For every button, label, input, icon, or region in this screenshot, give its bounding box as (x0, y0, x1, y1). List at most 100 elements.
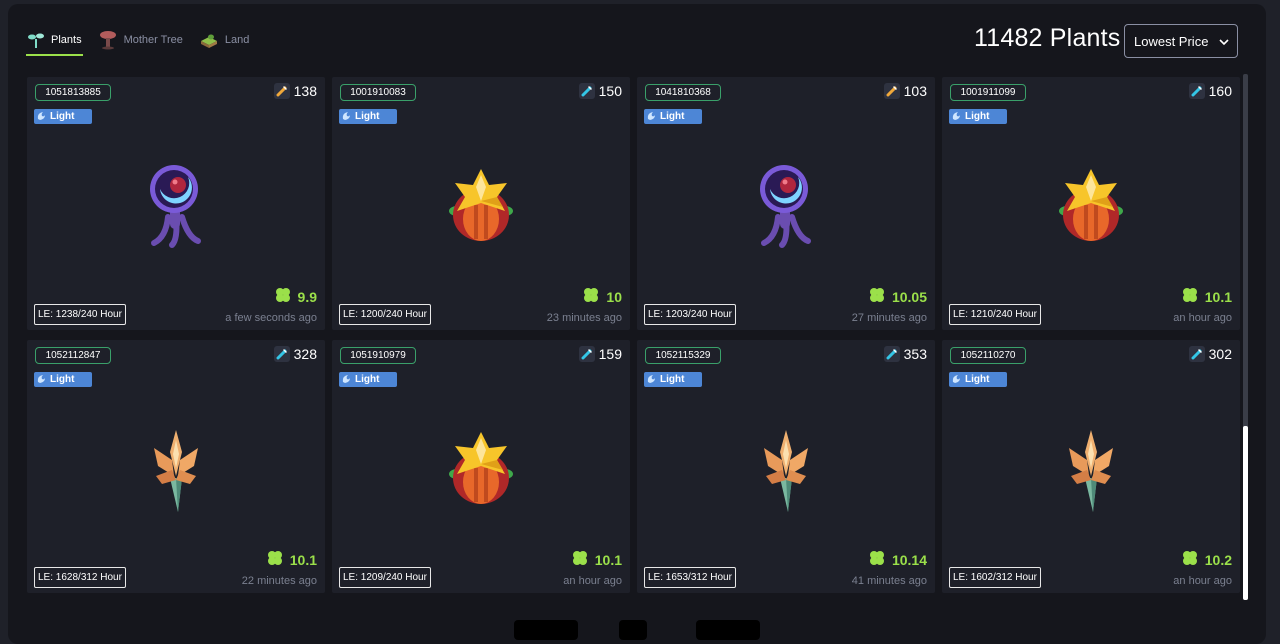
element-type-badge: Light (339, 109, 397, 124)
category-tabs: Plants Mother Tree Land (26, 26, 250, 58)
price: 10.1 (1181, 286, 1232, 307)
element-type-label: Light (660, 111, 685, 122)
price: 9.9 (274, 286, 317, 307)
chevron-down-icon (1219, 34, 1229, 49)
plant-image (431, 418, 531, 518)
element-type-label: Light (50, 111, 75, 122)
tool-icon (883, 346, 900, 362)
tool-stat-value: 159 (598, 346, 622, 362)
price: 10.05 (868, 286, 927, 307)
element-type-badge: Light (644, 372, 702, 387)
mother-tree-icon (98, 30, 118, 50)
tab-plants-label: Plants (51, 34, 82, 46)
plant-id-badge: 1051813885 (35, 84, 111, 101)
clover-icon (868, 549, 886, 570)
plant-card[interactable]: 1052112847 Light 328 10.1 LE: 1628/312 Hour 2… (27, 340, 325, 593)
tool-icon (273, 346, 290, 362)
plant-card[interactable]: 1041810368 Light 103 10.05 LE: 1203/240 Hour… (637, 77, 935, 330)
plant-id-badge: 1041810368 (645, 84, 721, 101)
tab-mother-tree[interactable]: Mother Tree (97, 26, 184, 54)
le-rate-badge: LE: 1602/312 Hour (949, 567, 1041, 588)
tab-land-label: Land (224, 34, 250, 46)
listed-time: an hour ago (563, 575, 622, 587)
listed-time: an hour ago (1173, 575, 1232, 587)
sort-select-value: Lowest Price (1134, 33, 1209, 49)
element-type-badge: Light (34, 372, 92, 387)
element-type-label: Light (660, 374, 685, 385)
element-type-badge: Light (34, 109, 92, 124)
plant-card[interactable]: 1051910979 Light 159 10.1 LE: 1209/240 Hour a… (332, 340, 630, 593)
tool-icon (883, 83, 900, 99)
tool-stat-value: 353 (903, 346, 927, 362)
listed-time: an hour ago (1173, 312, 1232, 324)
plant-card[interactable]: 1051813885 Light 138 9.9 LE: 1238/240 Hour a … (27, 77, 325, 330)
price-value: 10.1 (594, 551, 622, 568)
light-element-icon (646, 110, 657, 124)
price: 10 (582, 286, 622, 307)
le-rate-badge: LE: 1210/240 Hour (949, 304, 1041, 325)
le-rate-badge: LE: 1238/240 Hour (34, 304, 126, 325)
tool-icon (1188, 346, 1205, 362)
plant-id-badge: 1051910979 (340, 347, 416, 364)
tool-icon (273, 83, 290, 99)
price-value: 10.05 (891, 288, 927, 305)
plant-card[interactable]: 1052110270 Light 302 10.2 LE: 1602/312 Hour a… (942, 340, 1240, 593)
tool-stat: 160 (1188, 83, 1232, 99)
light-element-icon (646, 373, 657, 387)
pagination-next-button[interactable] (696, 620, 760, 640)
plant-id-badge: 1001910083 (340, 84, 416, 101)
plant-image (1041, 418, 1141, 518)
le-rate-badge: LE: 1209/240 Hour (339, 567, 431, 588)
le-rate-badge: LE: 1628/312 Hour (34, 567, 126, 588)
element-type-badge: Light (949, 372, 1007, 387)
clover-icon (1181, 286, 1199, 307)
tool-icon (1188, 83, 1205, 99)
clover-icon (1181, 549, 1199, 570)
clover-icon (571, 549, 589, 570)
price: 10.14 (868, 549, 927, 570)
tab-land[interactable]: Land (198, 26, 250, 54)
tool-stat-value: 103 (903, 83, 927, 99)
plant-image (126, 155, 226, 255)
plant-card[interactable]: 1052115329 Light 353 10.14 LE: 1653/312 Hour… (637, 340, 935, 593)
price-value: 10.14 (891, 551, 927, 568)
price-value: 10.1 (1204, 288, 1232, 305)
tool-stat: 103 (883, 83, 927, 99)
le-rate-badge: LE: 1200/240 Hour (339, 304, 431, 325)
sort-select[interactable]: Lowest Price (1124, 24, 1238, 58)
listed-time: 22 minutes ago (241, 575, 317, 587)
plant-image (736, 155, 836, 255)
light-element-icon (951, 110, 962, 124)
plant-image (1041, 155, 1141, 255)
element-type-label: Light (50, 374, 75, 385)
tool-stat-value: 150 (598, 83, 622, 99)
clover-icon (274, 286, 292, 307)
plant-card[interactable]: 1001911099 Light 160 10.1 LE: 1210/240 Hour a… (942, 77, 1240, 330)
listed-time: 41 minutes ago (851, 575, 927, 587)
plant-sprout-icon (27, 31, 45, 49)
price: 10.1 (571, 549, 622, 570)
light-element-icon (951, 373, 962, 387)
le-rate-badge: LE: 1203/240 Hour (644, 304, 736, 325)
pagination-page-button[interactable] (619, 620, 647, 640)
light-element-icon (36, 373, 47, 387)
plant-id-badge: 1052112847 (35, 347, 111, 364)
plant-id-badge: 1052110270 (950, 347, 1026, 364)
element-type-label: Light (965, 374, 990, 385)
element-type-label: Light (355, 374, 380, 385)
listed-time: 23 minutes ago (546, 312, 622, 324)
pagination-prev-button[interactable] (514, 620, 578, 640)
tool-icon (578, 346, 595, 362)
plant-image (736, 418, 836, 518)
tab-plants[interactable]: Plants (26, 26, 83, 56)
plant-image (126, 418, 226, 518)
scrollbar-thumb[interactable] (1243, 426, 1248, 600)
tab-mother-tree-label: Mother Tree (123, 34, 183, 46)
light-element-icon (341, 373, 352, 387)
element-type-badge: Light (644, 109, 702, 124)
price-value: 10 (606, 288, 622, 305)
plant-id-badge: 1001911099 (950, 84, 1026, 101)
plant-card[interactable]: 1001910083 Light 150 10 LE: 1200/240 Hour 23 … (332, 77, 630, 330)
element-type-label: Light (965, 111, 990, 122)
tool-stat-value: 138 (293, 83, 317, 99)
